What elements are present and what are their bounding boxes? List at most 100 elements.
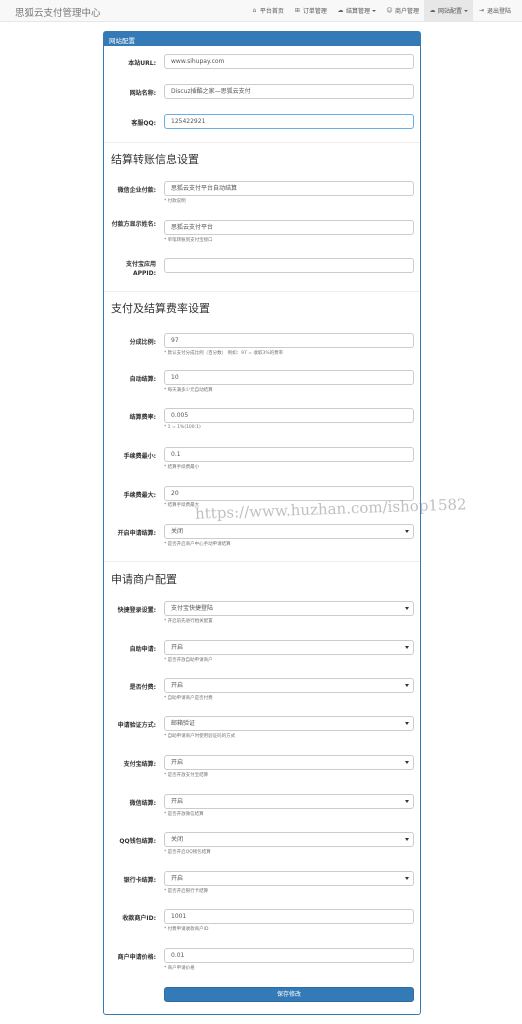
section-title-settlement: 结算转账信息设置 bbox=[111, 153, 199, 166]
top-navbar: 思狐云支付管理中心 ⌂ 平台首页 ⊞ 订单管理 ☁ 结算管理 ☺ 商户管理 ☁ … bbox=[0, 0, 522, 22]
config-panel: 网站配置 bbox=[103, 31, 421, 1015]
chevron-down-icon bbox=[405, 800, 409, 803]
field-label: QQ钱包结算: bbox=[119, 838, 156, 845]
section-title-merchant: 申请商户配置 bbox=[111, 573, 177, 586]
apply-price-input[interactable]: 0.01 bbox=[164, 948, 414, 963]
nav-label: 结算管理 bbox=[345, 8, 370, 15]
service-qq-input[interactable]: 125422921 bbox=[164, 114, 414, 129]
field-label: 自助申请: bbox=[129, 646, 156, 653]
select-value: 开启 bbox=[171, 644, 184, 651]
nav-label: 退出登陆 bbox=[486, 8, 511, 15]
help-text: * 开启前先进行相关配置 bbox=[164, 619, 213, 624]
select-value: 开启 bbox=[171, 798, 184, 805]
apply-settle-select[interactable]: 关闭 bbox=[164, 524, 414, 539]
field-label: 是否付费: bbox=[129, 684, 156, 691]
help-text: * 1 = 1%(100:1) bbox=[164, 425, 201, 430]
nav-item-home[interactable]: ⌂ 平台首页 bbox=[246, 0, 289, 21]
alipay-appid-input[interactable] bbox=[164, 258, 414, 273]
split-ratio-input[interactable]: 97 bbox=[164, 333, 414, 348]
payer-name-input[interactable]: 思狐云支付平台 bbox=[164, 220, 414, 235]
quick-login-select[interactable]: 支付宝快捷登陆 bbox=[164, 601, 414, 616]
chevron-down-icon bbox=[405, 530, 409, 533]
help-text: * 是否开放微信结算 bbox=[164, 812, 204, 817]
chevron-down-icon bbox=[405, 877, 409, 880]
nav-item-site-config[interactable]: ☁ 网站配置 bbox=[423, 0, 473, 21]
nav-item-settlement[interactable]: ☁ 结算管理 bbox=[332, 0, 381, 21]
help-text: * 是否开启QQ钱包结算 bbox=[164, 850, 211, 855]
field-label: 微信结算: bbox=[129, 800, 156, 807]
nav-item-merchants[interactable]: ☺ 商户管理 bbox=[381, 0, 424, 21]
divider bbox=[104, 142, 420, 143]
field-label: 开启申请结算: bbox=[117, 530, 156, 537]
wx-payment-input[interactable]: 思狐云支付平台自动结算 bbox=[164, 181, 414, 196]
help-text: * 商户申请价格 bbox=[164, 966, 195, 971]
logout-icon: ⇥ bbox=[478, 7, 484, 14]
bank-settle-select[interactable]: 开启 bbox=[164, 871, 414, 886]
help-text: * 付款说明 bbox=[164, 199, 186, 204]
auto-settle-input[interactable]: 10 bbox=[164, 370, 414, 385]
nav-label: 网站配置 bbox=[437, 8, 462, 15]
section-title-rates: 支付及结算费率设置 bbox=[111, 302, 210, 315]
field-label: 商户申请价格: bbox=[117, 954, 156, 961]
nav-menu: ⌂ 平台首页 ⊞ 订单管理 ☁ 结算管理 ☺ 商户管理 ☁ 网站配置 ⇥ 退出登… bbox=[246, 0, 516, 21]
field-label: 网站名称: bbox=[129, 90, 156, 97]
select-value: 邮箱验证 bbox=[171, 720, 196, 727]
nav-label: 订单管理 bbox=[302, 8, 327, 15]
nav-item-logout[interactable]: ⇥ 退出登陆 bbox=[473, 0, 516, 21]
site-url-input[interactable]: www.sihupay.com bbox=[164, 54, 414, 69]
self-apply-select[interactable]: 开启 bbox=[164, 640, 414, 655]
chevron-down-icon bbox=[405, 646, 409, 649]
select-value: 开启 bbox=[171, 682, 184, 689]
cart-icon: ⊞ bbox=[294, 7, 300, 14]
help-text: * 付费申请收款商户ID bbox=[164, 927, 209, 932]
help-text: * 默认支付分成比例（百分数） 例如：97 = 收取3%的费率 bbox=[164, 351, 284, 356]
chevron-down-icon bbox=[405, 838, 409, 841]
fee-min-input[interactable]: 0.1 bbox=[164, 447, 414, 462]
field-label: 自动结算: bbox=[129, 376, 156, 383]
chevron-down-icon bbox=[405, 722, 409, 725]
divider bbox=[104, 291, 420, 292]
select-value: 关闭 bbox=[171, 528, 184, 535]
field-label: 分成比例: bbox=[129, 339, 156, 346]
nav-label: 平台首页 bbox=[259, 8, 284, 15]
field-label: 手续费最小: bbox=[123, 453, 156, 460]
fee-rate-input[interactable]: 0.005 bbox=[164, 408, 414, 423]
verify-method-select[interactable]: 邮箱验证 bbox=[164, 716, 414, 731]
chevron-down-icon bbox=[463, 9, 468, 12]
home-icon: ⌂ bbox=[252, 7, 257, 14]
field-label: 客服QQ: bbox=[131, 120, 156, 127]
field-label: 结算费率: bbox=[129, 414, 156, 421]
merchant-pid-input[interactable]: 1001 bbox=[164, 909, 414, 924]
field-label: 微信企业付款: bbox=[117, 187, 156, 194]
field-label: 支付宝结算: bbox=[123, 761, 156, 768]
field-label: 手续费最大: bbox=[123, 492, 156, 499]
help-text: * 单笔转账到支付宝接口 bbox=[164, 238, 213, 243]
cloud-icon: ☁ bbox=[429, 7, 436, 14]
chevron-down-icon bbox=[405, 684, 409, 687]
brand-title[interactable]: 思狐云支付管理中心 bbox=[15, 5, 101, 19]
help-text: * 是否开放自助申请商户 bbox=[164, 658, 213, 663]
cloud-icon: ☁ bbox=[337, 7, 344, 14]
alipay-settle-select[interactable]: 开启 bbox=[164, 755, 414, 770]
select-value: 支付宝快捷登陆 bbox=[171, 605, 214, 612]
wechat-settle-select[interactable]: 开启 bbox=[164, 794, 414, 809]
help-text: * 结算手续费最小 bbox=[164, 465, 200, 470]
chevron-down-icon bbox=[405, 607, 409, 610]
user-icon: ☺ bbox=[386, 7, 393, 14]
field-label: 付款方显示姓名: bbox=[111, 221, 156, 228]
field-label: 本站URL: bbox=[128, 60, 156, 67]
site-name-input[interactable]: Discuz插酷之家—思狐云支付 bbox=[164, 84, 414, 99]
qqwallet-settle-select[interactable]: 关闭 bbox=[164, 832, 414, 847]
nav-item-orders[interactable]: ⊞ 订单管理 bbox=[289, 0, 332, 21]
field-label: 申请验证方式: bbox=[117, 722, 156, 729]
save-button[interactable]: 保存修改 bbox=[164, 987, 414, 1002]
help-text: * 是否开放支付宝结算 bbox=[164, 773, 209, 778]
help-text: * 自助申请商户是否付费 bbox=[164, 696, 213, 701]
divider bbox=[104, 561, 420, 562]
field-label: 银行卡结算: bbox=[123, 877, 156, 884]
help-text: * 自助申请商户时使用验证码的方式 bbox=[164, 734, 236, 739]
field-label: 支付宝应用APPID: bbox=[125, 261, 156, 277]
help-text: * 每天满多少元自动结算 bbox=[164, 388, 213, 393]
help-text: * 是否开启银行卡结算 bbox=[164, 889, 209, 894]
paid-apply-select[interactable]: 开启 bbox=[164, 678, 414, 693]
